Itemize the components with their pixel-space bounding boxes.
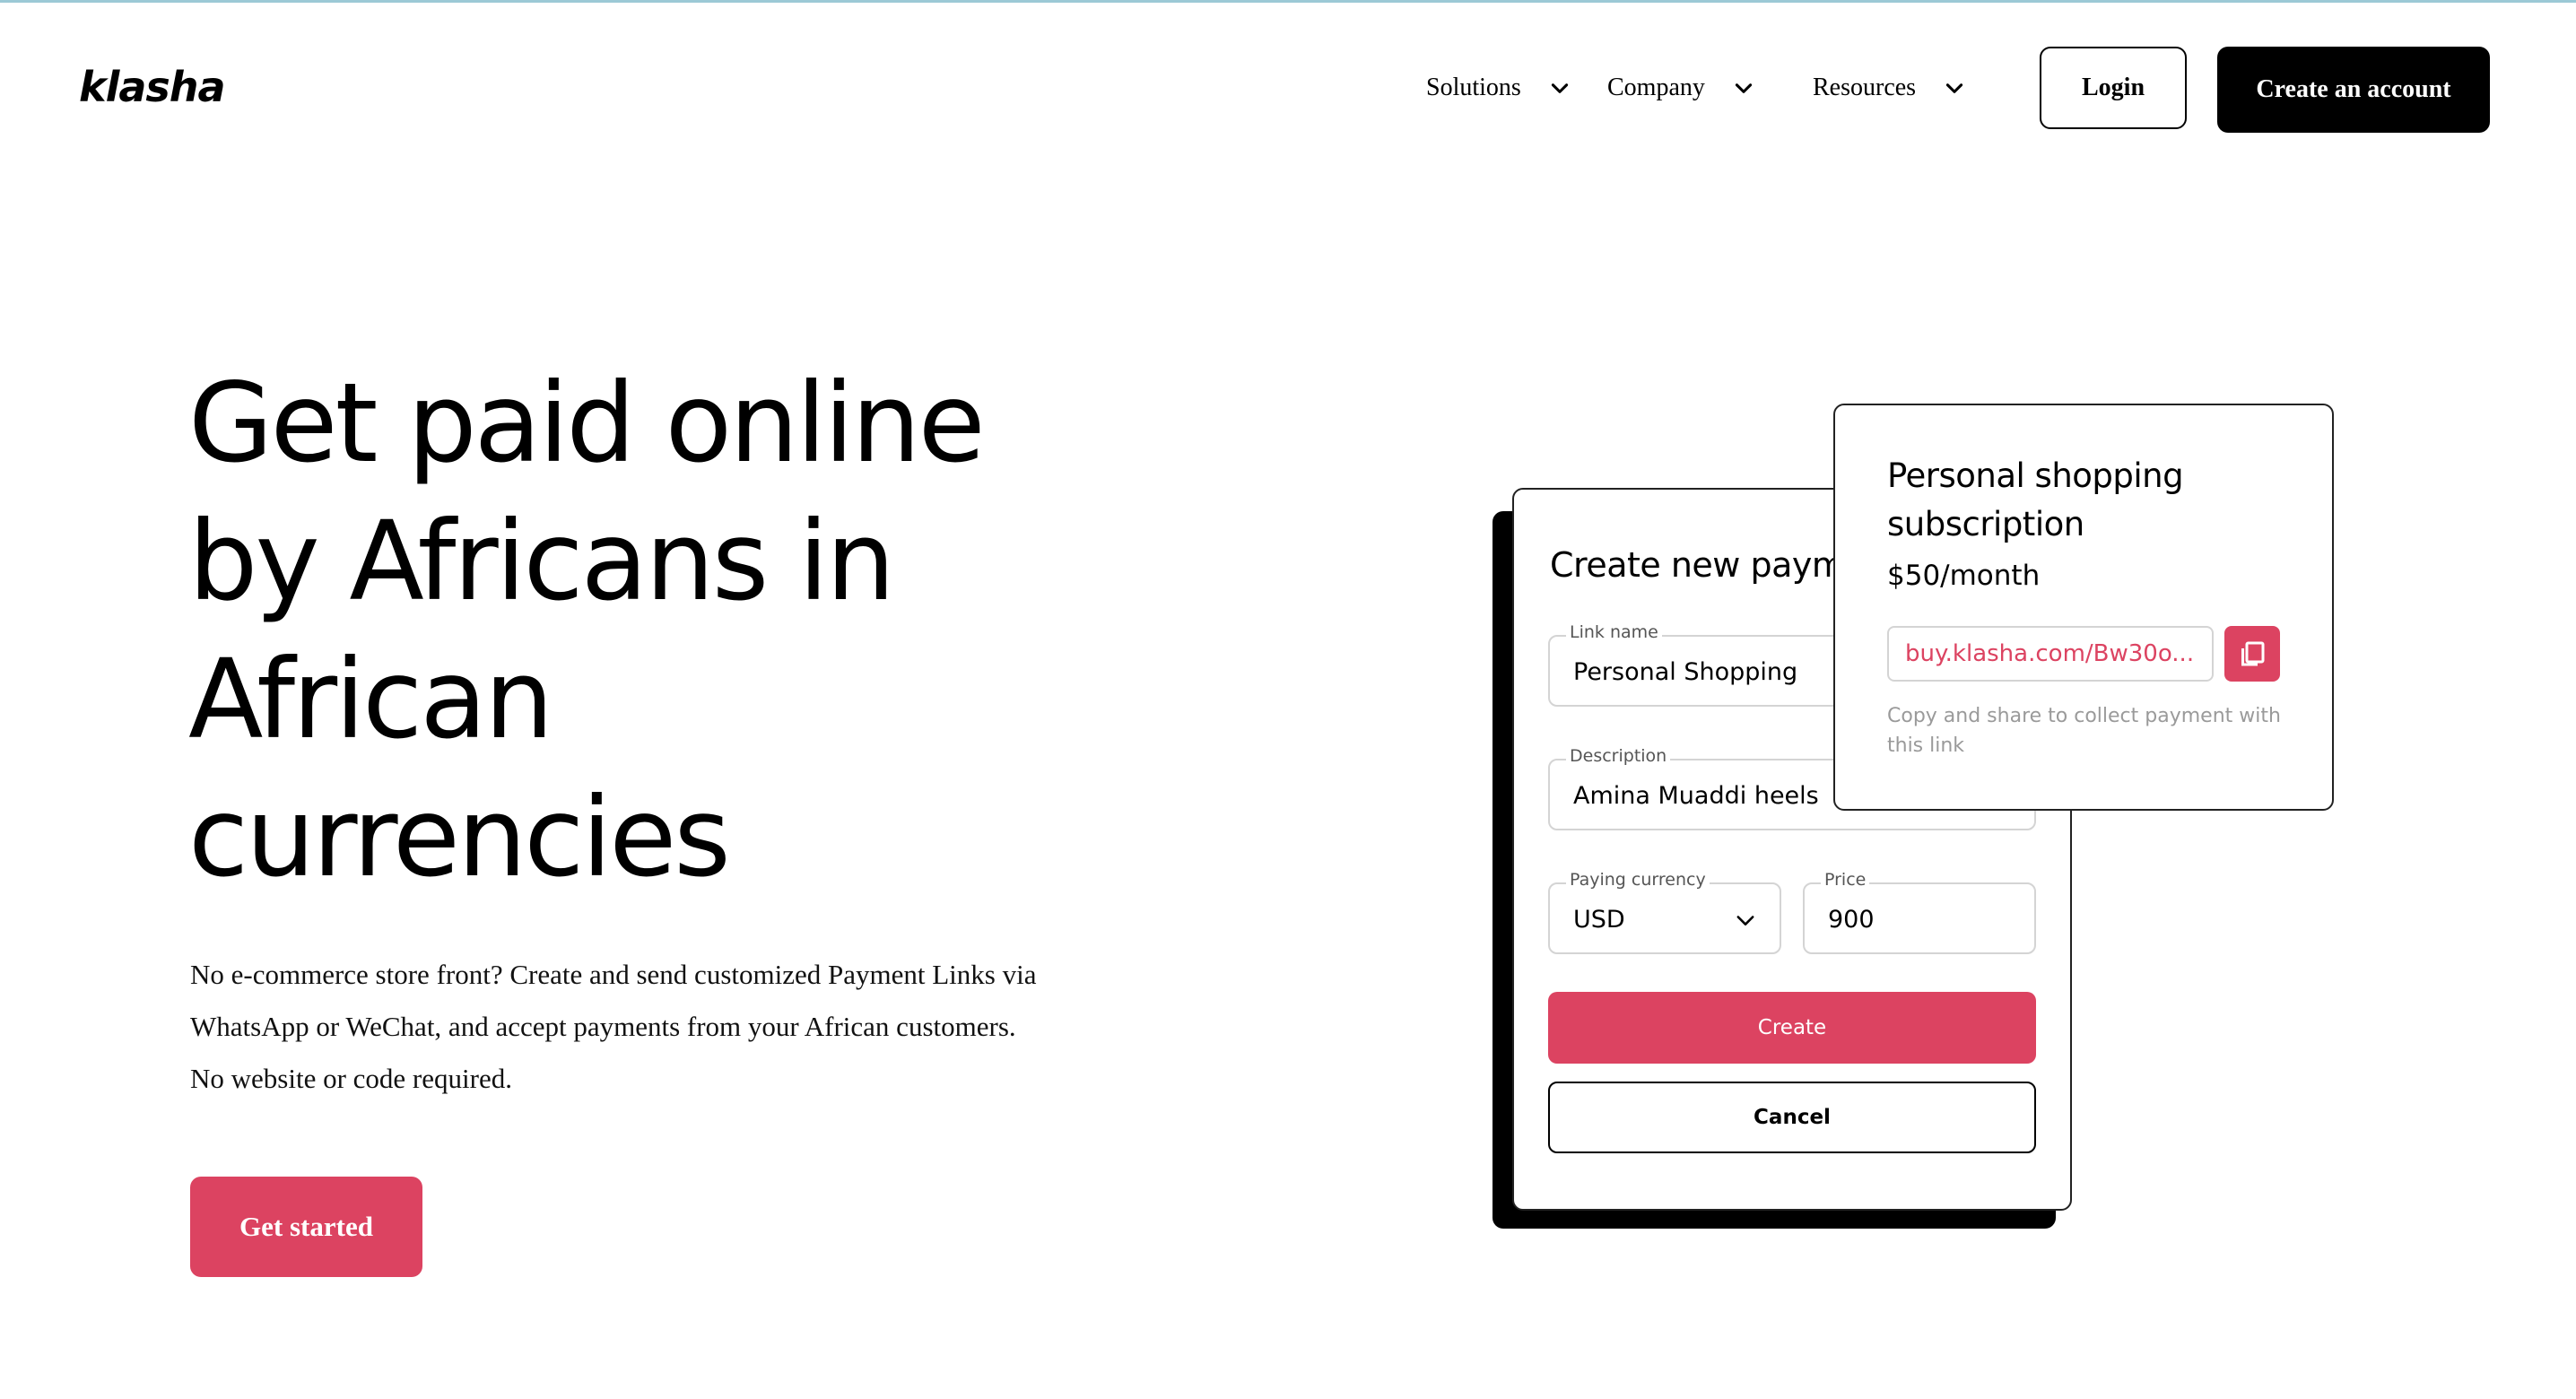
cancel-button[interactable]: Cancel: [1548, 1082, 2036, 1153]
create-account-button[interactable]: Create an account: [2217, 47, 2490, 133]
field-label: Description: [1566, 746, 1671, 766]
create-button[interactable]: Create: [1548, 992, 2036, 1064]
get-started-button[interactable]: Get started: [190, 1177, 422, 1277]
nav-item-label: Solutions: [1426, 74, 1521, 101]
nav-item-label: Resources: [1813, 74, 1917, 101]
field-value: 900: [1828, 906, 1875, 934]
nav-item-solutions[interactable]: Solutions: [1426, 74, 1571, 102]
payment-link-text: buy.klasha.com/Bw30o...: [1905, 640, 2195, 667]
subscription-price: $50/month: [1887, 560, 2041, 592]
field-value: Amina Muaddi heels: [1573, 782, 1819, 810]
hero-title-line: African: [188, 636, 553, 763]
hero-title-line: currencies: [188, 774, 731, 901]
price-field[interactable]: Price 900: [1803, 870, 2036, 954]
hero-title-line: by Africans in: [188, 498, 895, 625]
nav-item-resources[interactable]: Resources: [1813, 74, 1966, 102]
nav-item-company[interactable]: Company: [1607, 74, 1755, 102]
field-value: Personal Shopping: [1573, 658, 1798, 686]
login-button[interactable]: Login: [2040, 47, 2187, 129]
copy-icon: [2241, 641, 2265, 666]
hero-description: No e-commerce store front? Create and se…: [190, 959, 1037, 1094]
chevron-down-icon: [1735, 83, 1752, 93]
copy-link-button[interactable]: [2224, 626, 2280, 682]
chevron-down-icon: [1736, 916, 1754, 925]
subscription-card: Personal shopping subscription $50/month…: [1833, 404, 2334, 811]
nav-item-label: Company: [1607, 74, 1705, 101]
currency-select[interactable]: Paying currency USD: [1548, 870, 1781, 954]
copy-hint-text: Copy and share to collect payment with t…: [1887, 705, 2281, 757]
chevron-down-icon: [1945, 83, 1963, 93]
klasha-logo[interactable]: klasha: [79, 63, 226, 111]
field-label: Link name: [1566, 622, 1662, 642]
field-value: USD: [1573, 906, 1625, 934]
subscription-title: Personal shopping subscription: [1887, 456, 2184, 543]
field-label: Price: [1821, 870, 1870, 890]
field-label: Paying currency: [1566, 870, 1710, 890]
hero-title: Get paid online by Africans in African c…: [188, 354, 1067, 907]
chevron-down-icon: [1551, 83, 1568, 93]
payment-link-field[interactable]: buy.klasha.com/Bw30o...: [1887, 626, 2214, 682]
hero-title-line: Get paid online: [188, 360, 986, 487]
top-accent-line: [0, 0, 2576, 3]
